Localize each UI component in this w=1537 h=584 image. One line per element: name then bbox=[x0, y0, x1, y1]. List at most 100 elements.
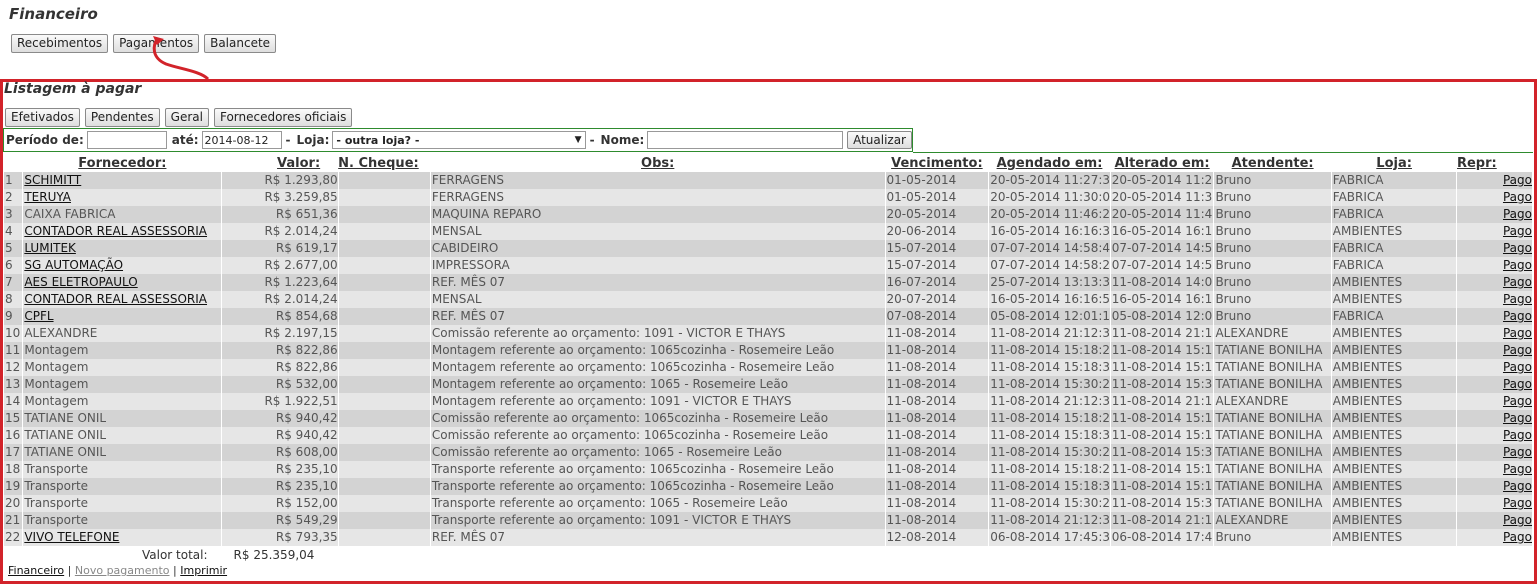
row-number: 4 bbox=[4, 223, 24, 240]
financeiro-link[interactable]: Financeiro bbox=[8, 564, 64, 577]
atualizar-button[interactable]: Atualizar bbox=[847, 131, 912, 149]
loja-select[interactable]: - outra loja? - ▼ bbox=[332, 131, 586, 149]
cell-atendente: TATIANE BONILHA bbox=[1213, 461, 1332, 478]
pago-link[interactable]: Pago bbox=[1503, 275, 1532, 289]
fornecedor-link[interactable]: AES ELETROPAULO bbox=[24, 275, 137, 289]
pago-link[interactable]: Pago bbox=[1503, 479, 1532, 493]
fornecedor-link[interactable]: TERUYA bbox=[24, 190, 71, 204]
cell-atendente: TATIANE BONILHA bbox=[1213, 376, 1332, 393]
fornecedor-link[interactable]: SCHIMITT bbox=[24, 173, 81, 187]
pago-link[interactable]: Pago bbox=[1503, 411, 1532, 425]
pago-link[interactable]: Pago bbox=[1503, 343, 1532, 357]
cell-repr: Pago bbox=[1456, 427, 1533, 444]
efetivados-button[interactable]: Efetivados bbox=[5, 108, 80, 127]
pago-link[interactable]: Pago bbox=[1503, 190, 1532, 204]
cell-valor: R$ 608,00 bbox=[221, 444, 339, 461]
cell-cheque bbox=[338, 308, 431, 325]
cell-atendente: TATIANE BONILHA bbox=[1213, 342, 1332, 359]
pago-link[interactable]: Pago bbox=[1503, 224, 1532, 238]
col-cheque[interactable]: N. Cheque: bbox=[338, 155, 430, 172]
cell-agendado: 11-08-2014 15:18:33 bbox=[988, 359, 1111, 376]
recebimentos-button[interactable]: Recebimentos bbox=[11, 34, 109, 53]
row-number: 17 bbox=[4, 444, 24, 461]
col-loja[interactable]: Loja: bbox=[1331, 155, 1457, 172]
imprimir-link[interactable]: Imprimir bbox=[180, 564, 227, 577]
geral-button[interactable]: Geral bbox=[164, 108, 209, 127]
pago-link[interactable]: Pago bbox=[1503, 428, 1532, 442]
cell-fornecedor: Montagem bbox=[22, 342, 223, 359]
table-row: 21 Transporte R$ 549,29 Transporte referent… bbox=[4, 512, 1533, 529]
pago-link[interactable]: Pago bbox=[1503, 445, 1532, 459]
pago-link[interactable]: Pago bbox=[1503, 462, 1532, 476]
cell-atendente: ALEXANDRE bbox=[1213, 325, 1332, 342]
fornecedor-link[interactable]: CONTADOR REAL ASSESSORIA bbox=[24, 224, 207, 238]
cell-fornecedor: CPFL bbox=[22, 308, 223, 325]
pago-link[interactable]: Pago bbox=[1503, 173, 1532, 187]
fornecedores-oficiais-button[interactable]: Fornecedores oficiais bbox=[213, 108, 353, 127]
pago-link[interactable]: Pago bbox=[1503, 394, 1532, 408]
fornecedor-link[interactable]: CPFL bbox=[24, 309, 53, 323]
cell-repr: Pago bbox=[1456, 393, 1533, 410]
cell-obs: IMPRESSORA bbox=[430, 257, 886, 274]
pago-link[interactable]: Pago bbox=[1503, 530, 1532, 544]
app-title: Financeiro bbox=[9, 5, 98, 23]
col-alterado[interactable]: Alterado em: bbox=[1110, 155, 1214, 172]
cell-obs: Montagem referente ao orçamento: 1091 - … bbox=[430, 393, 886, 410]
cell-loja: FABRICA bbox=[1331, 257, 1458, 274]
pago-link[interactable]: Pago bbox=[1503, 292, 1532, 306]
col-agendado[interactable]: Agendado em: bbox=[989, 155, 1111, 172]
pago-link[interactable]: Pago bbox=[1503, 377, 1532, 391]
cell-cheque bbox=[338, 325, 431, 342]
cell-obs: Comissão referente ao orçamento: 1065 - … bbox=[430, 444, 886, 461]
cell-alterado: 11-08-2014 14:08:45 bbox=[1110, 274, 1215, 291]
col-atendente[interactable]: Atendente: bbox=[1214, 155, 1331, 172]
nome-input[interactable] bbox=[647, 131, 844, 149]
cell-alterado: 11-08-2014 15:30:21 bbox=[1110, 376, 1215, 393]
pago-link[interactable]: Pago bbox=[1503, 326, 1532, 340]
cell-obs: MENSAL bbox=[430, 223, 886, 240]
fornecedor-link[interactable]: VIVO TELEFONE bbox=[24, 530, 119, 544]
cell-atendente: Bruno bbox=[1213, 240, 1332, 257]
cell-alterado: 11-08-2014 15:18:33 bbox=[1110, 359, 1215, 376]
fornecedor-link[interactable]: LUMITEK bbox=[24, 241, 76, 255]
cell-vencimento: 20-05-2014 bbox=[885, 206, 990, 223]
pago-link[interactable]: Pago bbox=[1503, 513, 1532, 527]
table-row: 6 SG AUTOMAÇÃO R$ 2.677,00 IMPRESSORA 15-07-… bbox=[4, 257, 1533, 274]
col-repr[interactable]: Repr: bbox=[1457, 155, 1533, 172]
row-number: 12 bbox=[4, 359, 24, 376]
total-value: R$ 25.359,04 bbox=[233, 548, 315, 562]
col-fornecedor[interactable]: Fornecedor: bbox=[23, 155, 222, 172]
pago-link[interactable]: Pago bbox=[1503, 309, 1532, 323]
cell-alterado: 07-07-2014 14:58:44 bbox=[1110, 240, 1215, 257]
fornecedor-link[interactable]: SG AUTOMAÇÃO bbox=[24, 258, 123, 272]
table-row: 17 TATIANE ONIL R$ 608,00 Comissão referent… bbox=[4, 444, 1533, 461]
ate-input[interactable] bbox=[201, 131, 282, 149]
pago-link[interactable]: Pago bbox=[1503, 207, 1532, 221]
fornecedor-link[interactable]: CONTADOR REAL ASSESSORIA bbox=[24, 292, 207, 306]
cell-vencimento: 11-08-2014 bbox=[885, 393, 990, 410]
cell-alterado: 07-07-2014 14:58:24 bbox=[1110, 257, 1215, 274]
pago-link[interactable]: Pago bbox=[1503, 496, 1532, 510]
cell-valor: R$ 2.677,00 bbox=[221, 257, 339, 274]
dash-separator: - bbox=[285, 133, 291, 147]
col-vencimento[interactable]: Vencimento: bbox=[885, 155, 989, 172]
cell-loja: AMBIENTES bbox=[1331, 529, 1458, 546]
cell-cheque bbox=[338, 393, 431, 410]
cell-valor: R$ 235,10 bbox=[221, 478, 339, 495]
cell-cheque bbox=[338, 427, 431, 444]
cell-cheque bbox=[338, 410, 431, 427]
periodo-input[interactable] bbox=[86, 131, 167, 149]
pendentes-button[interactable]: Pendentes bbox=[84, 108, 160, 127]
cell-obs: Montagem referente ao orçamento: 1065 - … bbox=[430, 376, 886, 393]
col-obs[interactable]: Obs: bbox=[430, 155, 885, 172]
pago-link[interactable]: Pago bbox=[1503, 360, 1532, 374]
cell-valor: R$ 651,36 bbox=[221, 206, 339, 223]
novo-pagamento-link[interactable]: Novo pagamento bbox=[75, 564, 170, 577]
cell-loja: AMBIENTES bbox=[1331, 274, 1458, 291]
cell-loja: AMBIENTES bbox=[1331, 478, 1458, 495]
cell-vencimento: 15-07-2014 bbox=[885, 240, 990, 257]
pago-link[interactable]: Pago bbox=[1503, 241, 1532, 255]
col-valor[interactable]: Valor: bbox=[222, 155, 338, 172]
cell-fornecedor: LUMITEK bbox=[22, 240, 223, 257]
pago-link[interactable]: Pago bbox=[1503, 258, 1532, 272]
